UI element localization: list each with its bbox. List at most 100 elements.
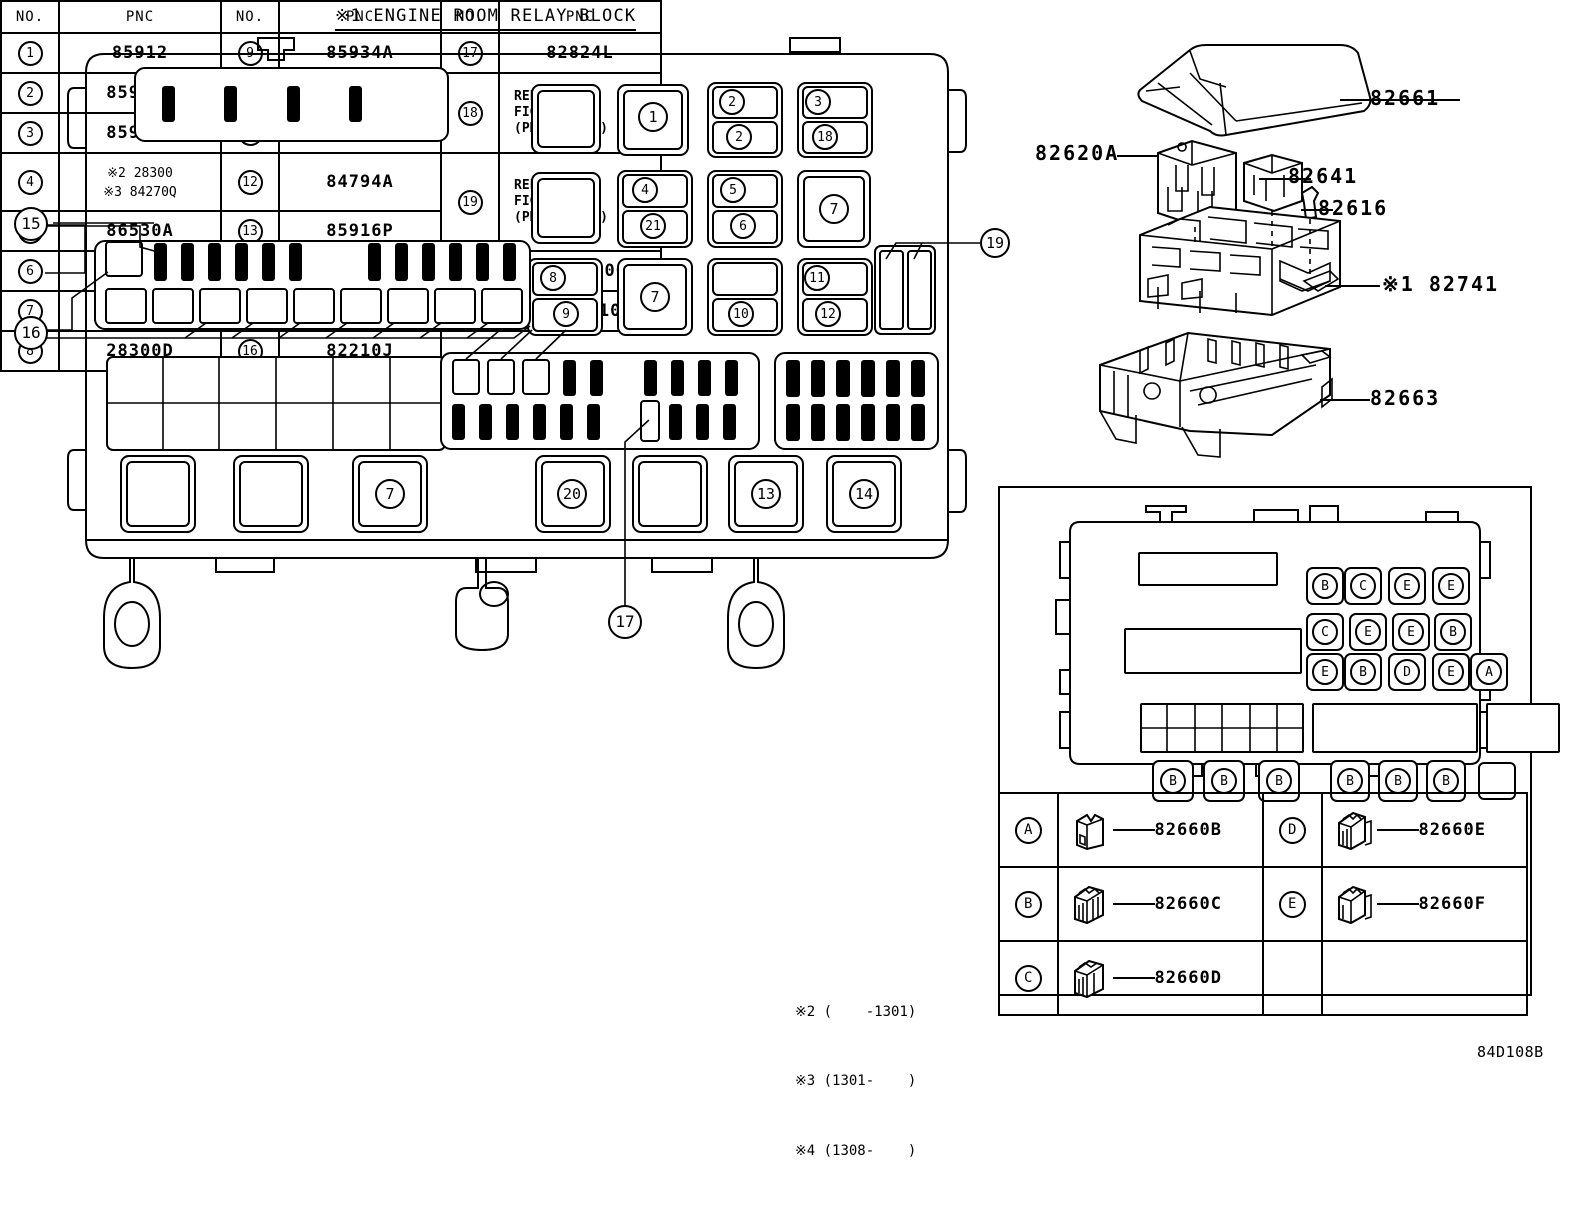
fuse-blade[interactable] [506, 404, 519, 440]
legend-part-label: 82660B [1154, 820, 1222, 840]
legend-row: B 82660C E 82660F [998, 866, 1529, 942]
fuse-blade[interactable] [811, 404, 825, 441]
terminal-blade [162, 86, 175, 122]
relay-slot-blank[interactable] [712, 262, 778, 296]
part-label-82661: 82661 [1370, 86, 1441, 110]
connector-icon-82660D [1073, 959, 1104, 999]
inner-cap-E-1[interactable]: E [1388, 567, 1426, 605]
fuse-blade[interactable] [696, 404, 709, 440]
fuse-blade[interactable] [452, 404, 465, 440]
fuse-blade[interactable] [725, 360, 738, 396]
inner-cap-D-1[interactable]: D [1388, 653, 1426, 691]
terminal-blade [224, 86, 237, 122]
legend-part-E: 82660F [1320, 866, 1529, 942]
relay-slot-bottom-1[interactable] [120, 455, 196, 533]
fuse-blade[interactable] [811, 360, 825, 397]
relay-slot-bottom-5[interactable] [632, 455, 708, 533]
fuse-blade[interactable] [836, 404, 850, 441]
legend-leader [1112, 903, 1155, 905]
callout-3: 3 [805, 89, 831, 115]
fuse-blade[interactable] [723, 404, 736, 440]
terminal-blade [287, 86, 300, 122]
terminal-blade [349, 86, 362, 122]
callout-2-second: 2 [726, 124, 752, 150]
diagram-canvas: ※1 ENGINE ROOM RELAY BLOCK 1 2 2 3 18 4 … [0, 0, 1592, 1159]
fuse-blade[interactable] [861, 404, 875, 441]
fuse-blade[interactable] [479, 404, 492, 440]
part-label-82620A: 82620A [1035, 141, 1120, 165]
inner-connector-wide [1312, 703, 1478, 753]
inner-cap-B-2[interactable]: B [1434, 613, 1472, 651]
inner-cap-E-6[interactable]: E [1432, 653, 1470, 691]
part-label-82616: 82616 [1318, 196, 1389, 220]
inner-cap-B-3[interactable]: B [1344, 653, 1382, 691]
callout-14: 14 [849, 479, 879, 509]
callout-15: 15 [14, 207, 48, 241]
leader-82663 [1320, 399, 1370, 401]
legend-panel: B C E E C E E B E B D E A B B B B B B A [998, 486, 1560, 1016]
connector-icon-82660C [1073, 885, 1104, 925]
inner-cap-A-1[interactable]: A [1470, 653, 1508, 691]
relay-slot-empty[interactable] [531, 84, 601, 154]
inner-cap-E-5[interactable]: E [1306, 653, 1344, 691]
inner-cap-C-2[interactable]: C [1306, 613, 1344, 651]
fuse-blade[interactable] [671, 360, 684, 396]
legend-part-label: 82660F [1418, 894, 1486, 914]
legend-part-empty [1320, 940, 1529, 1016]
legend-part-label: 82660D [1154, 968, 1222, 988]
leader-82620A [1117, 155, 1159, 157]
fuse-blade[interactable] [886, 404, 900, 441]
part-label-82741: ※1 82741 [1382, 272, 1500, 296]
callout-18: 18 [812, 124, 838, 150]
drawing-number: 84D108B [1477, 1043, 1544, 1061]
legend-code-A: A [998, 792, 1059, 868]
legend-code-B: B [998, 866, 1059, 942]
callout-4: 4 [632, 177, 658, 203]
callout-7c: 7 [375, 479, 405, 509]
callout-17: 17 [608, 605, 642, 639]
relay-slot-bottom-2[interactable] [233, 455, 309, 533]
callout-16: 16 [14, 316, 48, 350]
fuse-blade[interactable] [560, 404, 573, 440]
callout-2: 2 [719, 89, 745, 115]
inner-cap-C-1[interactable]: C [1344, 567, 1382, 605]
legend-leader [1112, 829, 1155, 831]
legend-row: C 82660D [998, 940, 1529, 1016]
inner-cap-E-4[interactable]: E [1392, 613, 1430, 651]
callout-9: 9 [553, 301, 579, 327]
inner-cap-E-2[interactable]: E [1432, 567, 1470, 605]
callout-7a: 7 [819, 194, 849, 224]
footnote-4: ※4 (1308- ) [795, 1142, 917, 1159]
inner-cap-E-3[interactable]: E [1349, 613, 1387, 651]
fuse-blade[interactable] [533, 404, 546, 440]
fuse-blade[interactable] [786, 404, 800, 441]
fuse-blade[interactable] [786, 360, 800, 397]
fuse-blade[interactable] [911, 404, 925, 441]
legend-part-C: 82660D [1056, 940, 1264, 1016]
callout-5: 5 [720, 177, 746, 203]
inner-grid-lines [1140, 703, 1304, 753]
legend-leader [1112, 977, 1155, 979]
fuse-blade[interactable] [861, 360, 875, 397]
callout-6: 6 [730, 213, 756, 239]
fuse-blade[interactable] [911, 360, 925, 397]
connector-icon-82660E [1337, 811, 1372, 851]
fuse-blade[interactable] [644, 360, 657, 396]
fuse-blade[interactable] [886, 360, 900, 397]
callout-13: 13 [751, 479, 781, 509]
inner-terminal-bar-1 [1138, 552, 1278, 586]
fuse-blade[interactable] [587, 404, 600, 440]
legend-code-empty [1261, 940, 1323, 1016]
connector-grid-lines [106, 356, 446, 451]
footnote-3: ※3 (1301- ) [795, 1073, 917, 1090]
fuse-blade[interactable] [836, 360, 850, 397]
legend-code-E: E [1261, 866, 1323, 942]
part-label-82641: 82641 [1288, 164, 1359, 188]
fuse-blade[interactable] [698, 360, 711, 396]
callout-8: 8 [540, 265, 566, 291]
legend-part-label: 82660C [1154, 894, 1222, 914]
inner-cap-B-1[interactable]: B [1306, 567, 1344, 605]
connector-icon-82660F [1337, 885, 1372, 925]
legend-row: A 82660B D 82660E [998, 792, 1529, 868]
leader-82741 [1325, 285, 1380, 287]
